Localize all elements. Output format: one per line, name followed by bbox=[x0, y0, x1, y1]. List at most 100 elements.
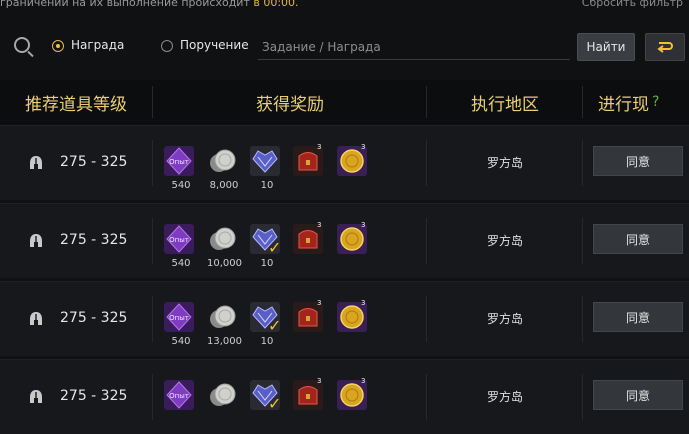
reward-silver[interactable]: 10,000 bbox=[207, 224, 242, 272]
exp-label: Опыт bbox=[169, 158, 189, 166]
reward-qty: 540 bbox=[171, 180, 191, 191]
stack-badge: 3 bbox=[317, 377, 322, 385]
stack-badge: 3 bbox=[317, 221, 322, 229]
search-bar: Награда Поручение Найти bbox=[0, 26, 689, 68]
search-input[interactable] bbox=[258, 34, 570, 60]
col-header-action-label: 进行现 bbox=[598, 94, 649, 115]
check-icon: ✓ bbox=[268, 394, 282, 413]
table-row: 275 - 325 Опыт 540 10,000 ✓ 10 3 3 罗方岛 同… bbox=[0, 203, 689, 278]
stack-badge: 3 bbox=[361, 377, 366, 385]
table-header: 推荐道具等级 获得奖励 执行地区 进行现? bbox=[0, 80, 689, 124]
region-name: 罗方岛 bbox=[486, 390, 523, 404]
col-header-region: 执行地区 bbox=[471, 94, 539, 115]
reward-exp[interactable]: Опыт 540 bbox=[164, 224, 198, 272]
stack-badge: 3 bbox=[317, 143, 322, 151]
col-header-action: 进行现? bbox=[588, 80, 689, 124]
item-level: 275 - 325 bbox=[60, 232, 128, 248]
reward-silver[interactable]: 8,000 bbox=[207, 146, 241, 194]
column-divider bbox=[426, 296, 427, 342]
reward-gem[interactable]: ✓ bbox=[250, 380, 284, 428]
column-divider bbox=[582, 296, 583, 342]
reward-gold[interactable]: 3 bbox=[337, 221, 371, 272]
reward-qty: 10 bbox=[260, 336, 274, 347]
helmet-icon bbox=[30, 312, 42, 325]
reward-silver[interactable] bbox=[207, 380, 241, 428]
column-divider bbox=[582, 374, 583, 420]
find-button[interactable]: Найти bbox=[577, 33, 635, 61]
reward-silver[interactable]: 13,000 bbox=[207, 302, 242, 350]
exp-label: Опыт bbox=[169, 236, 189, 244]
item-level: 275 - 325 bbox=[60, 154, 128, 170]
region-name: 罗方岛 bbox=[486, 312, 523, 326]
reset-icon[interactable] bbox=[645, 33, 685, 61]
silver-coin-icon bbox=[210, 227, 236, 250]
reward-gem[interactable]: ✓ 10 bbox=[250, 224, 284, 272]
accept-button[interactable]: 同意 bbox=[593, 380, 683, 410]
reward-gold[interactable]: 3 bbox=[337, 377, 371, 428]
helmet-icon bbox=[30, 156, 42, 169]
reward-chest[interactable]: 3 bbox=[293, 377, 327, 428]
region-name: 罗方岛 bbox=[486, 234, 523, 248]
help-icon[interactable]: ? bbox=[652, 94, 659, 110]
col-header-rewards: 获得奖励 bbox=[256, 94, 324, 115]
reward-exp[interactable]: Опыт 540 bbox=[164, 146, 198, 194]
reward-qty: 8,000 bbox=[209, 180, 239, 191]
reward-qty: 10,000 bbox=[207, 258, 242, 269]
exp-label: Опыт bbox=[169, 314, 189, 322]
reset-filter-link[interactable]: Сбросить фильтр bbox=[582, 0, 683, 8]
radio-quest-label[interactable]: Поручение bbox=[180, 38, 249, 52]
heart-gem-icon bbox=[250, 146, 280, 176]
header-divider bbox=[152, 86, 153, 118]
reward-gold[interactable]: 3 bbox=[337, 143, 371, 194]
reward-exp[interactable]: Опыт 540 bbox=[164, 302, 198, 350]
column-divider bbox=[152, 374, 153, 420]
accept-button[interactable]: 同意 bbox=[593, 302, 683, 332]
reward-gem[interactable]: ✓ 10 bbox=[250, 302, 284, 350]
accept-button[interactable]: 同意 bbox=[593, 146, 683, 176]
item-level: 275 - 325 bbox=[60, 310, 128, 326]
search-icon bbox=[14, 37, 30, 53]
silver-coin-icon bbox=[210, 149, 236, 172]
exp-crystal-icon: Опыт bbox=[164, 380, 194, 410]
reward-chest[interactable]: 3 bbox=[293, 221, 327, 272]
col-header-level: 推荐道具等级 bbox=[25, 94, 127, 115]
stack-badge: 3 bbox=[361, 299, 366, 307]
column-divider bbox=[582, 140, 583, 186]
column-divider bbox=[426, 140, 427, 186]
notice-text: граничении на их выполнение происходит bbox=[0, 0, 250, 9]
table-row: 275 - 325 Опыт ✓ 3 3 罗方岛 同意 bbox=[0, 359, 689, 434]
helmet-icon bbox=[30, 234, 42, 247]
header-divider bbox=[426, 86, 427, 118]
stack-badge: 3 bbox=[361, 221, 366, 229]
column-divider bbox=[582, 218, 583, 264]
reward-chest[interactable]: 3 bbox=[293, 143, 327, 194]
item-level: 275 - 325 bbox=[60, 388, 128, 404]
reward-chest[interactable]: 3 bbox=[293, 299, 327, 350]
check-icon: ✓ bbox=[268, 316, 282, 335]
reward-gold[interactable]: 3 bbox=[337, 299, 371, 350]
check-icon: ✓ bbox=[268, 238, 282, 257]
column-divider bbox=[426, 218, 427, 264]
notice-line: граничении на их выполнение происходит в… bbox=[0, 0, 689, 14]
reward-qty: 540 bbox=[171, 336, 191, 347]
column-divider bbox=[152, 140, 153, 186]
table-row: 275 - 325 Опыт 540 13,000 ✓ 10 3 3 罗方岛 同… bbox=[0, 281, 689, 356]
stack-badge: 3 bbox=[361, 143, 366, 151]
radio-quest[interactable] bbox=[161, 40, 173, 52]
silver-coin-icon bbox=[210, 305, 236, 328]
return-arrow-icon bbox=[657, 42, 673, 53]
column-divider bbox=[152, 296, 153, 342]
helmet-icon bbox=[30, 390, 42, 403]
silver-coin-icon bbox=[210, 383, 236, 406]
exp-crystal-icon: Опыт bbox=[164, 224, 194, 254]
reward-exp[interactable]: Опыт bbox=[164, 380, 198, 428]
column-divider bbox=[152, 218, 153, 264]
reward-qty: 13,000 bbox=[207, 336, 242, 347]
table-row: 275 - 325 Опыт 540 8,000 10 3 3 罗方岛 同意 bbox=[0, 125, 689, 200]
radio-reward-label[interactable]: Награда bbox=[71, 38, 124, 52]
accept-button[interactable]: 同意 bbox=[593, 224, 683, 254]
reward-gem[interactable]: 10 bbox=[250, 146, 284, 194]
exp-crystal-icon: Опыт bbox=[164, 302, 194, 332]
reward-qty: 10 bbox=[260, 180, 274, 191]
radio-reward[interactable] bbox=[52, 40, 64, 52]
